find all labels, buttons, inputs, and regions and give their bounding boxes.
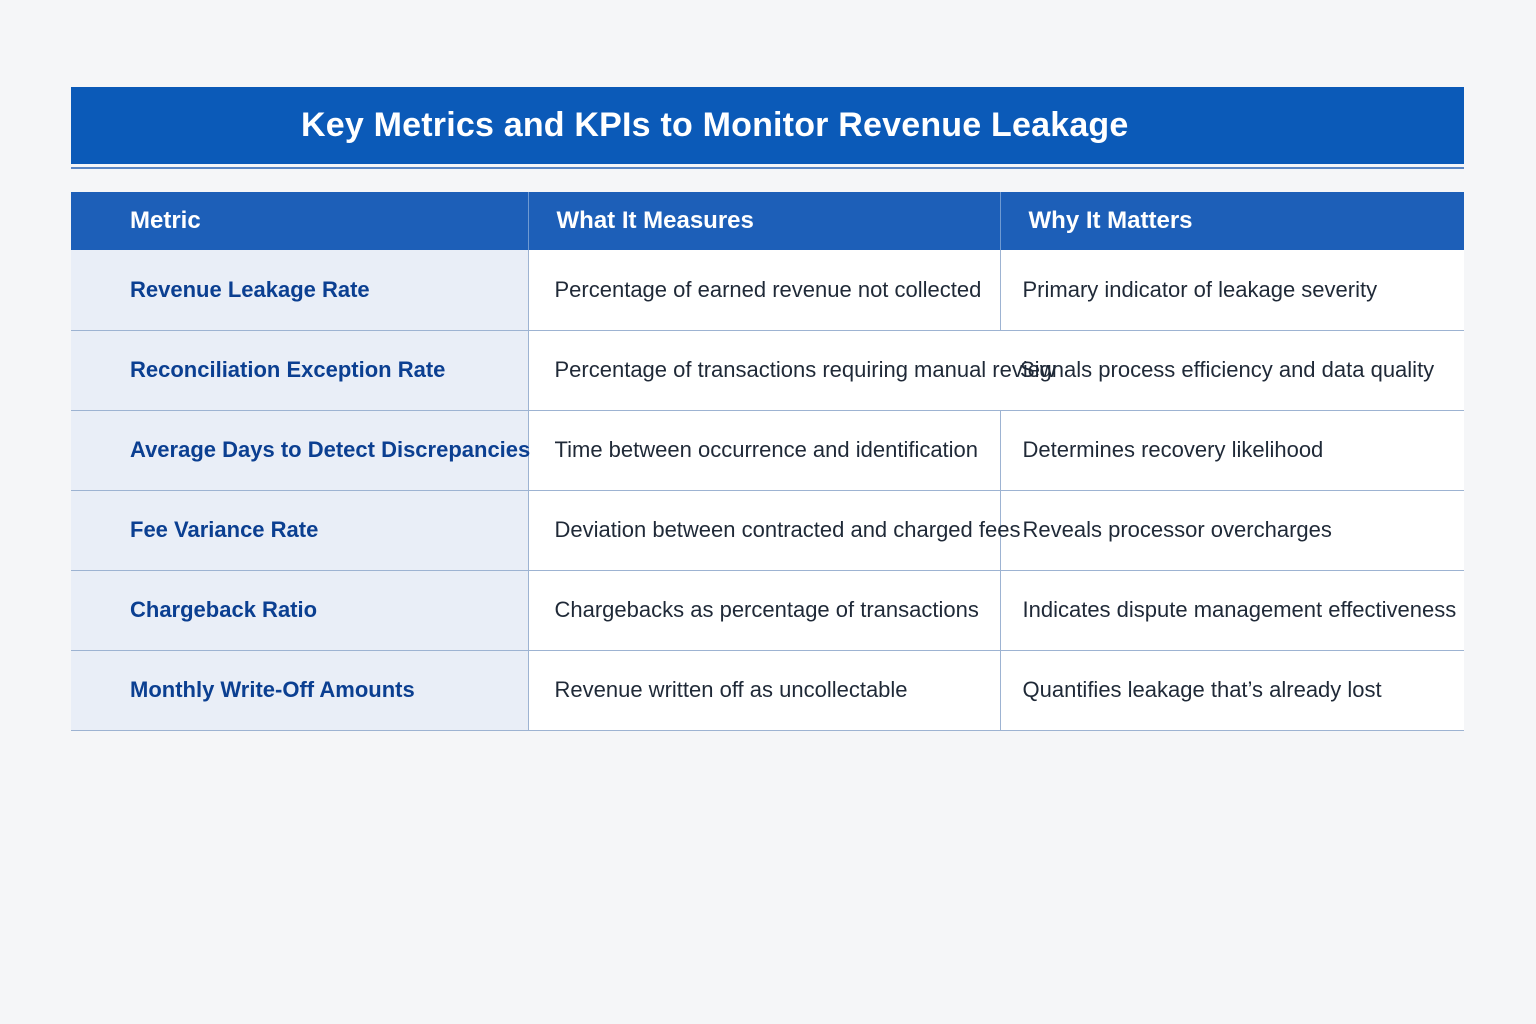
- measures-cell: Time between occurrence and identificati…: [528, 410, 1001, 491]
- metric-cell: Revenue Leakage Rate: [71, 250, 529, 331]
- table-row: Fee Variance Rate Deviation between cont…: [71, 490, 1464, 571]
- matters-cell: Reveals processor overcharges: [1000, 490, 1464, 571]
- header-metric: Metric: [71, 192, 529, 250]
- title-banner: Key Metrics and KPIs to Monitor Revenue …: [71, 87, 1464, 164]
- measures-cell: Chargebacks as percentage of transaction…: [528, 570, 1001, 651]
- matters-cell: Signals process efficiency and data qual…: [1000, 330, 1464, 411]
- table-row: Revenue Leakage Rate Percentage of earne…: [71, 250, 1464, 331]
- matters-cell: Determines recovery likelihood: [1000, 410, 1464, 491]
- measures-cell: Revenue written off as uncollectable: [528, 650, 1001, 731]
- header-why-it-matters: Why It Matters: [1000, 192, 1464, 250]
- table-row: Average Days to Detect Discrepancies Tim…: [71, 410, 1464, 491]
- matters-cell: Primary indicator of leakage severity: [1000, 250, 1464, 331]
- table-row: Chargeback Ratio Chargebacks as percenta…: [71, 570, 1464, 651]
- metric-cell: Average Days to Detect Discrepancies: [71, 410, 530, 491]
- title-divider: [71, 167, 1464, 169]
- metrics-table: Metric What It Measures Why It Matters R…: [71, 192, 1464, 731]
- measures-cell: Percentage of earned revenue not collect…: [528, 250, 1001, 331]
- measures-cell: Percentage of transactions requiring man…: [528, 330, 1056, 411]
- metric-cell: Fee Variance Rate: [71, 490, 529, 571]
- table-header-row: Metric What It Measures Why It Matters: [71, 192, 1464, 250]
- measures-cell: Deviation between contracted and charged…: [528, 490, 1020, 571]
- table-row: Reconciliation Exception Rate Percentage…: [71, 330, 1464, 411]
- metric-cell: Chargeback Ratio: [71, 570, 529, 651]
- page: Key Metrics and KPIs to Monitor Revenue …: [0, 0, 1536, 1024]
- metric-cell: Reconciliation Exception Rate: [71, 330, 529, 411]
- page-title: Key Metrics and KPIs to Monitor Revenue …: [301, 106, 1129, 144]
- header-what-it-measures: What It Measures: [528, 192, 1001, 250]
- matters-cell: Quantifies leakage that’s already lost: [1000, 650, 1464, 731]
- matters-cell: Indicates dispute management effectivene…: [1000, 570, 1464, 651]
- metric-cell: Monthly Write-Off Amounts: [71, 650, 529, 731]
- table-row: Monthly Write-Off Amounts Revenue writte…: [71, 650, 1464, 731]
